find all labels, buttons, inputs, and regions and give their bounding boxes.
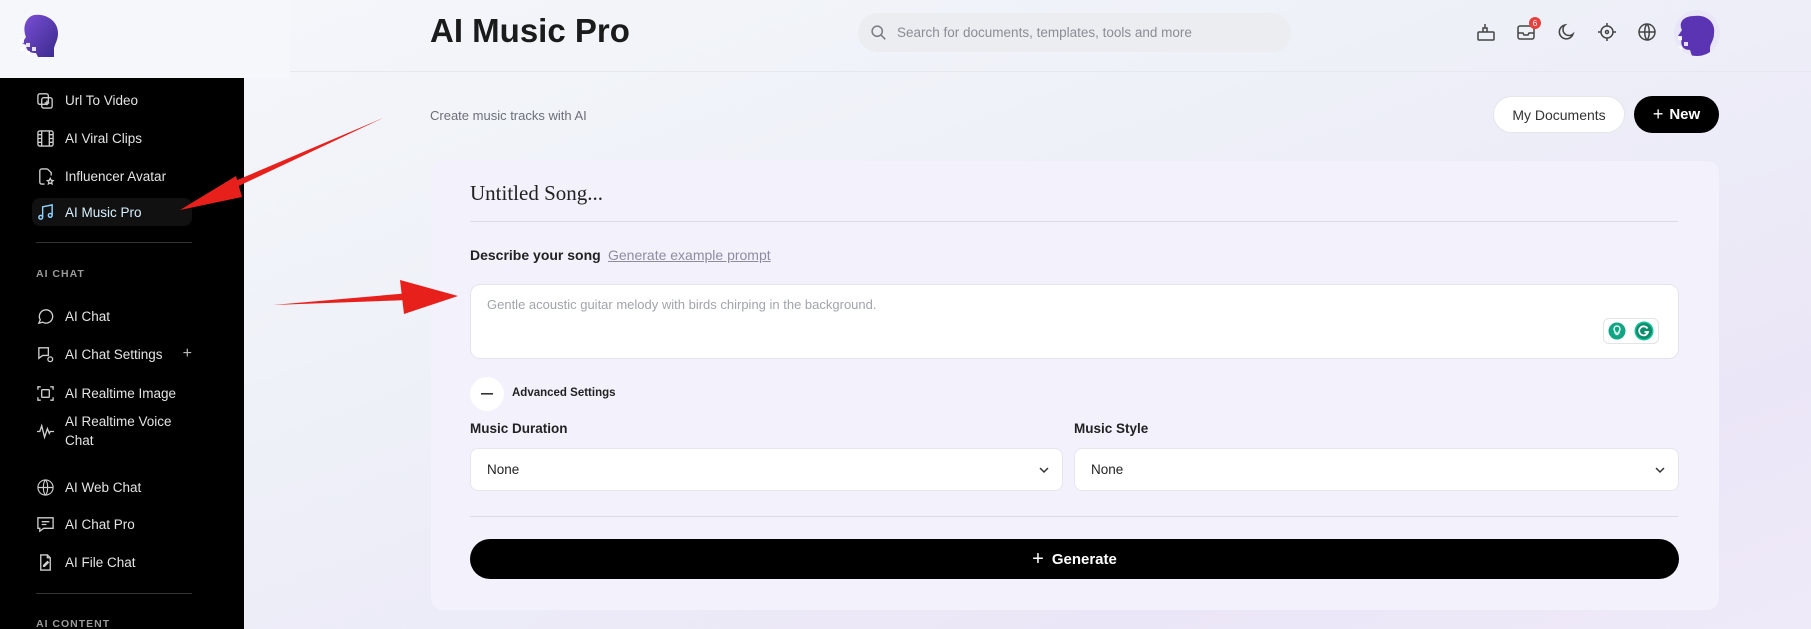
advanced-settings-label: Advanced Settings	[512, 387, 616, 399]
new-button[interactable]: + New	[1634, 96, 1719, 133]
generate-button[interactable]: + Generate	[470, 539, 1679, 579]
sidebar-item-label: AI Chat Settings	[65, 346, 163, 362]
sidebar-item-ai-music-pro[interactable]: AI Music Pro	[32, 198, 192, 226]
grammarly-widget[interactable]	[1603, 318, 1659, 344]
minus-icon	[481, 393, 493, 395]
music-style-label: Music Style	[1074, 421, 1149, 436]
advanced-settings-toggle[interactable]	[470, 377, 504, 411]
sidebar-item-label: AI Realtime Image	[65, 385, 177, 401]
sidebar-item-label: Influencer Avatar	[65, 168, 167, 184]
film-icon	[37, 129, 54, 147]
new-button-label: New	[1669, 106, 1701, 123]
my-documents-button[interactable]: My Documents	[1493, 96, 1625, 133]
header-divider	[290, 71, 1811, 72]
file-chat-icon	[40, 553, 51, 571]
dark-mode-icon[interactable]	[1556, 21, 1578, 43]
page-title: AI Music Pro	[430, 12, 630, 49]
music-duration-select[interactable]: None	[470, 448, 1063, 491]
user-avatar[interactable]	[1674, 10, 1720, 56]
sidebar-item-ai-viral-clips[interactable]: AI Viral Clips	[36, 124, 192, 152]
chat-bubble-icon	[37, 308, 54, 324]
sidebar-item-ai-chat[interactable]: AI Chat	[36, 302, 192, 330]
music-style-select[interactable]: None	[1074, 448, 1679, 491]
generate-example-prompt-link[interactable]: Generate example prompt	[608, 247, 771, 263]
plus-icon: +	[1652, 104, 1664, 124]
target-icon[interactable]	[1596, 21, 1618, 43]
plugins-icon[interactable]	[1475, 21, 1497, 43]
lightbulb-icon	[1608, 322, 1626, 340]
avatar-doc-icon	[39, 167, 55, 185]
language-globe-icon[interactable]	[1636, 21, 1658, 43]
sidebar-item-influencer-avatar[interactable]: Influencer Avatar	[36, 162, 192, 190]
chevron-down-icon	[1655, 467, 1665, 474]
song-title-input[interactable]: Untitled Song...	[470, 181, 603, 206]
search-bar[interactable]	[858, 13, 1291, 52]
grammarly-icon	[1634, 321, 1654, 341]
music-note-icon	[38, 203, 53, 220]
sidebar-item-ai-web-chat[interactable]: AI Web Chat	[36, 473, 192, 501]
music-style-value: None	[1091, 462, 1124, 477]
notifications-icon[interactable]: 6	[1515, 17, 1541, 43]
chat-pro-icon	[37, 516, 54, 532]
sidebar-item-ai-realtime-voice-chat[interactable]: AI Realtime Voice Chat	[36, 411, 192, 451]
divider	[36, 593, 192, 594]
divider	[470, 221, 1678, 222]
sidebar-item-label: AI File Chat	[65, 554, 136, 570]
www-icon	[37, 478, 54, 496]
song-description-textarea[interactable]	[470, 284, 1679, 359]
sidebar-item-label: AI Viral Clips	[65, 130, 143, 146]
brand-logo[interactable]	[16, 13, 64, 59]
sidebar-header	[0, 0, 290, 78]
describe-label: Describe your song	[470, 247, 601, 263]
sidebar-item-ai-file-chat[interactable]: AI File Chat	[36, 548, 192, 576]
notification-badge: 6	[1529, 17, 1541, 29]
sidebar-item-label: AI Music Pro	[65, 204, 142, 220]
waveform-icon	[36, 422, 55, 440]
sidebar-item-label: AI Web Chat	[65, 479, 142, 495]
realtime-image-icon	[37, 385, 54, 401]
chat-settings-icon	[38, 346, 54, 362]
sidebar-item-ai-chat-pro[interactable]: AI Chat Pro	[36, 510, 192, 538]
music-duration-label: Music Duration	[470, 421, 568, 436]
section-label-ai-chat: AI CHAT	[36, 268, 85, 280]
sidebar-item-label: AI Chat	[65, 308, 111, 324]
sidebar-item-label: AI Realtime Voice Chat	[65, 414, 172, 448]
divider	[470, 516, 1678, 517]
generate-button-label: Generate	[1051, 550, 1117, 568]
section-label-ai-content: AI CONTENT	[36, 618, 111, 629]
search-input[interactable]	[897, 25, 1277, 40]
sidebar-item-ai-chat-settings[interactable]: AI Chat Settings +	[36, 340, 192, 368]
music-duration-value: None	[487, 462, 520, 477]
sidebar-item-ai-realtime-image[interactable]: AI Realtime Image	[36, 379, 192, 407]
sidebar-item-label: Url To Video	[65, 92, 139, 108]
plus-icon: +	[1032, 547, 1044, 570]
sidebar-item-label: AI Chat Pro	[65, 516, 135, 532]
divider	[36, 242, 192, 243]
page-subtitle: Create music tracks with AI	[430, 108, 587, 123]
chevron-down-icon	[1039, 467, 1049, 474]
sidebar: Url To Video AI Viral Clips Influencer A…	[0, 78, 244, 629]
sidebar-item-url-to-video[interactable]: Url To Video	[36, 86, 192, 114]
video-plus-icon	[37, 92, 53, 109]
add-icon[interactable]: +	[183, 345, 192, 363]
search-icon	[871, 25, 886, 40]
